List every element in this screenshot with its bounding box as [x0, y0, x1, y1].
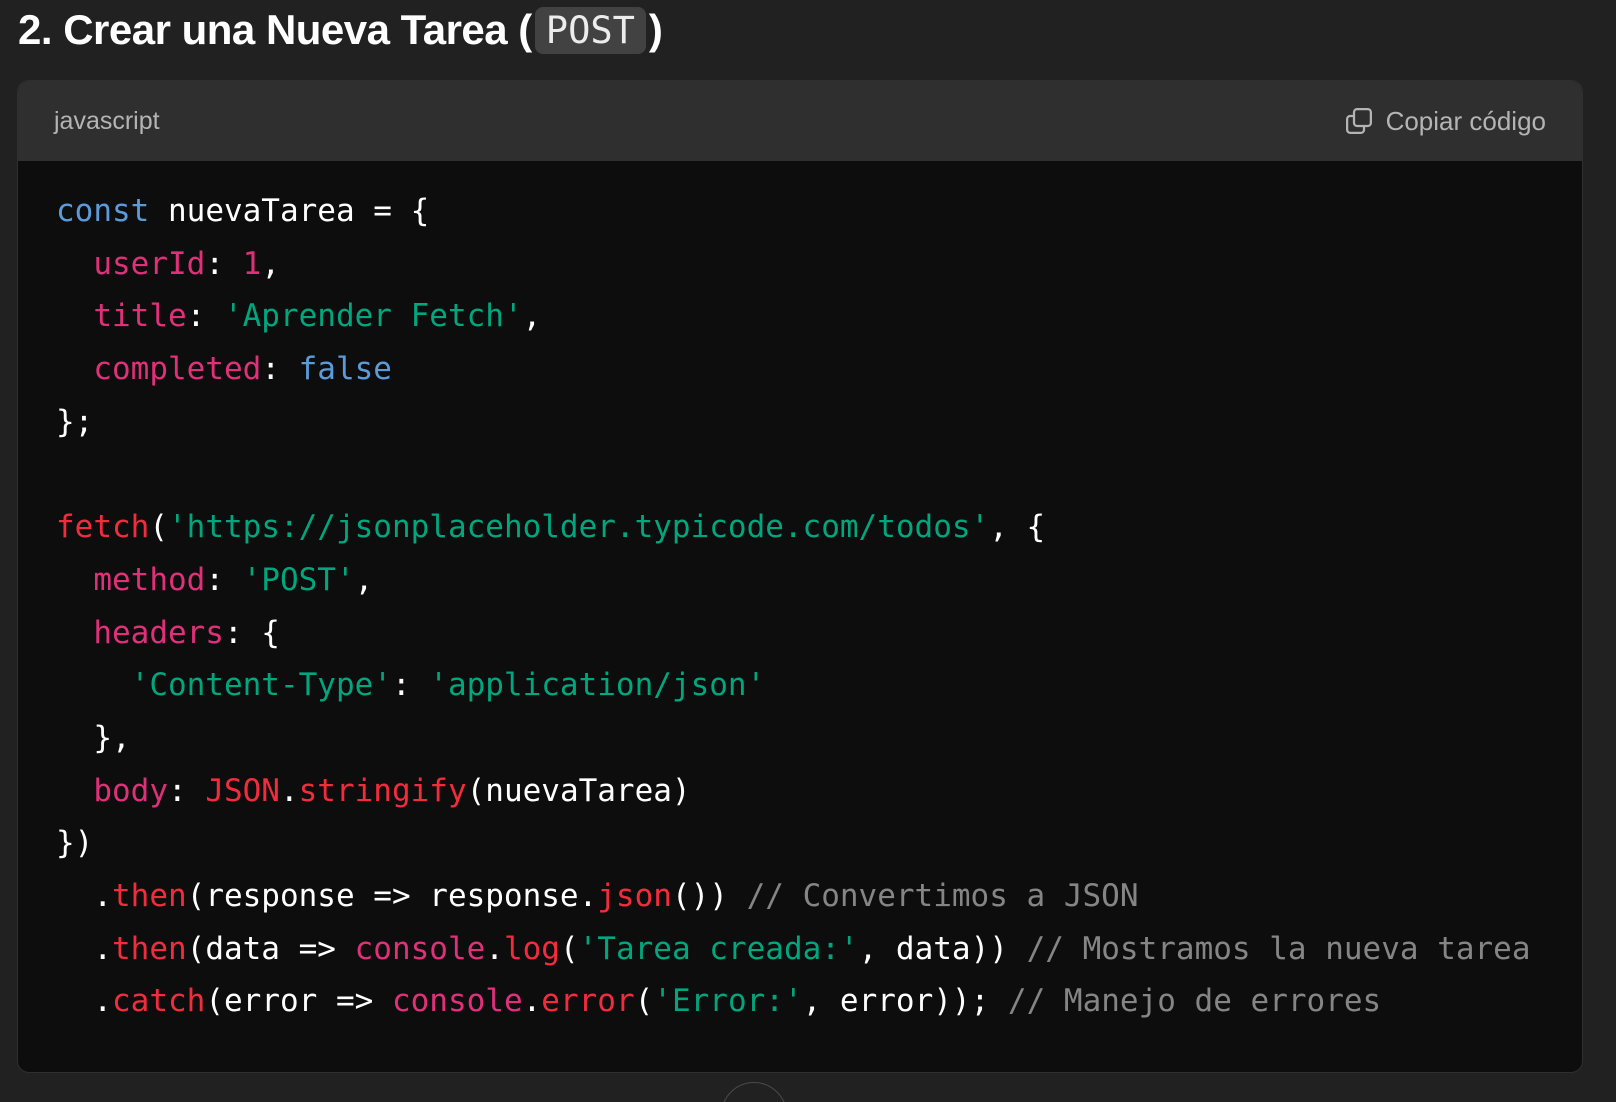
code-token: 'https://jsonplaceholder.typicode.com/to… — [168, 509, 990, 546]
code-token: stringify — [298, 772, 467, 809]
code-token: console — [354, 930, 486, 967]
code-token: (nuevaTarea) — [466, 772, 691, 809]
code-token: 'Tarea creada:' — [578, 930, 859, 967]
code-token: , { — [989, 509, 1046, 546]
code-line: headers: { — [56, 607, 1582, 660]
code-block: javascript Copiar código const nuevaTare… — [17, 80, 1583, 1073]
code-line: fetch('https://jsonplaceholder.typicode.… — [56, 501, 1582, 554]
scroll-down-button[interactable] — [721, 1082, 787, 1102]
code-line: 'Content-Type': 'application/json' — [56, 659, 1582, 712]
code-token: const — [56, 193, 150, 229]
code-token: (response => response. — [186, 877, 598, 914]
code-token: fetch — [56, 509, 150, 546]
code-line: body: JSON.stringify(nuevaTarea) — [56, 765, 1582, 818]
code-line: .then(response => response.json()) // Co… — [56, 870, 1582, 923]
code-token: catch — [112, 983, 206, 1020]
code-token: , data)) — [858, 930, 1027, 967]
code-line: .then(data => console.log('Tarea creada:… — [56, 923, 1582, 976]
code-token: }) — [56, 825, 94, 862]
code-token: . — [56, 877, 112, 914]
code-token: JSON — [205, 772, 280, 809]
code-token: title — [93, 298, 187, 335]
code-token: (data => — [186, 930, 355, 967]
code-token: method — [93, 561, 206, 598]
code-token: then — [112, 930, 187, 967]
code-token: then — [112, 877, 187, 914]
code-token: : { — [223, 614, 280, 651]
code-line: method: 'POST', — [56, 554, 1582, 607]
code-line: completed: false — [56, 343, 1582, 396]
code-token: 'Error:' — [653, 983, 803, 1020]
code-token: . — [56, 930, 112, 967]
code-line: }) — [56, 817, 1582, 870]
code-token: 'Aprender Fetch' — [223, 298, 523, 335]
code-content: const nuevaTarea = { userId: 1, title: '… — [18, 161, 1582, 1028]
code-token: body — [93, 772, 168, 809]
code-line: title: 'Aprender Fetch', — [56, 290, 1582, 343]
code-token: 1 — [242, 245, 262, 282]
code-token: // Convertimos a JSON — [746, 877, 1139, 914]
code-token: }, — [56, 719, 131, 756]
code-token: : — [205, 561, 243, 598]
code-token: // Manejo de errores — [1007, 983, 1382, 1020]
code-token: : — [167, 772, 206, 809]
copy-code-label: Copiar código — [1385, 105, 1546, 136]
code-token: 'POST' — [242, 561, 355, 598]
code-line: }, — [56, 712, 1582, 765]
code-token: . — [56, 983, 112, 1020]
section-heading: 2. Crear una Nueva Tarea (POST) — [18, 2, 663, 58]
code-token: // Mostramos la nueva tarea — [1026, 930, 1531, 967]
code-token: completed — [93, 351, 262, 388]
code-line: }; — [56, 396, 1582, 449]
heading-suffix: ) — [648, 6, 663, 53]
code-line: userId: 1, — [56, 238, 1582, 291]
code-token: (error => — [205, 983, 392, 1020]
code-token: }; — [56, 403, 94, 440]
code-token: , — [522, 298, 542, 335]
code-token: 'application/json' — [429, 667, 766, 704]
code-token: headers — [93, 614, 224, 651]
code-line: const nuevaTarea = { — [56, 185, 1582, 238]
code-token: json — [597, 877, 672, 914]
code-token: , — [354, 561, 374, 598]
code-token: ()) — [671, 877, 747, 914]
code-token: ( — [559, 930, 579, 967]
code-token: : — [391, 667, 430, 704]
code-token: , error)); — [802, 983, 1008, 1020]
code-token: 'Content-Type' — [130, 667, 392, 704]
code-block-header: javascript Copiar código — [18, 81, 1582, 161]
code-token: . — [522, 983, 542, 1020]
code-token: error — [541, 983, 635, 1020]
copy-code-button[interactable]: Copiar código — [1344, 106, 1546, 137]
code-token: : — [205, 245, 243, 282]
code-token: ( — [149, 509, 168, 546]
code-token: userId — [93, 245, 206, 282]
code-token: false — [298, 351, 392, 388]
code-token: log — [503, 930, 560, 967]
code-token: , — [261, 245, 280, 282]
code-language-label: javascript — [54, 106, 160, 135]
code-token: : — [261, 351, 299, 388]
code-token: console — [391, 983, 523, 1020]
code-token: ( — [634, 983, 654, 1020]
inline-code-post: POST — [534, 6, 646, 54]
heading-text: 2. Crear una Nueva Tarea ( — [18, 6, 532, 53]
code-token: . — [485, 930, 504, 967]
copy-icon — [1345, 108, 1372, 134]
code-token: . — [279, 772, 299, 809]
code-token: nuevaTarea = { — [149, 193, 430, 229]
code-token: : — [186, 298, 224, 335]
code-line: .catch(error => console.error('Error:', … — [56, 975, 1582, 1028]
